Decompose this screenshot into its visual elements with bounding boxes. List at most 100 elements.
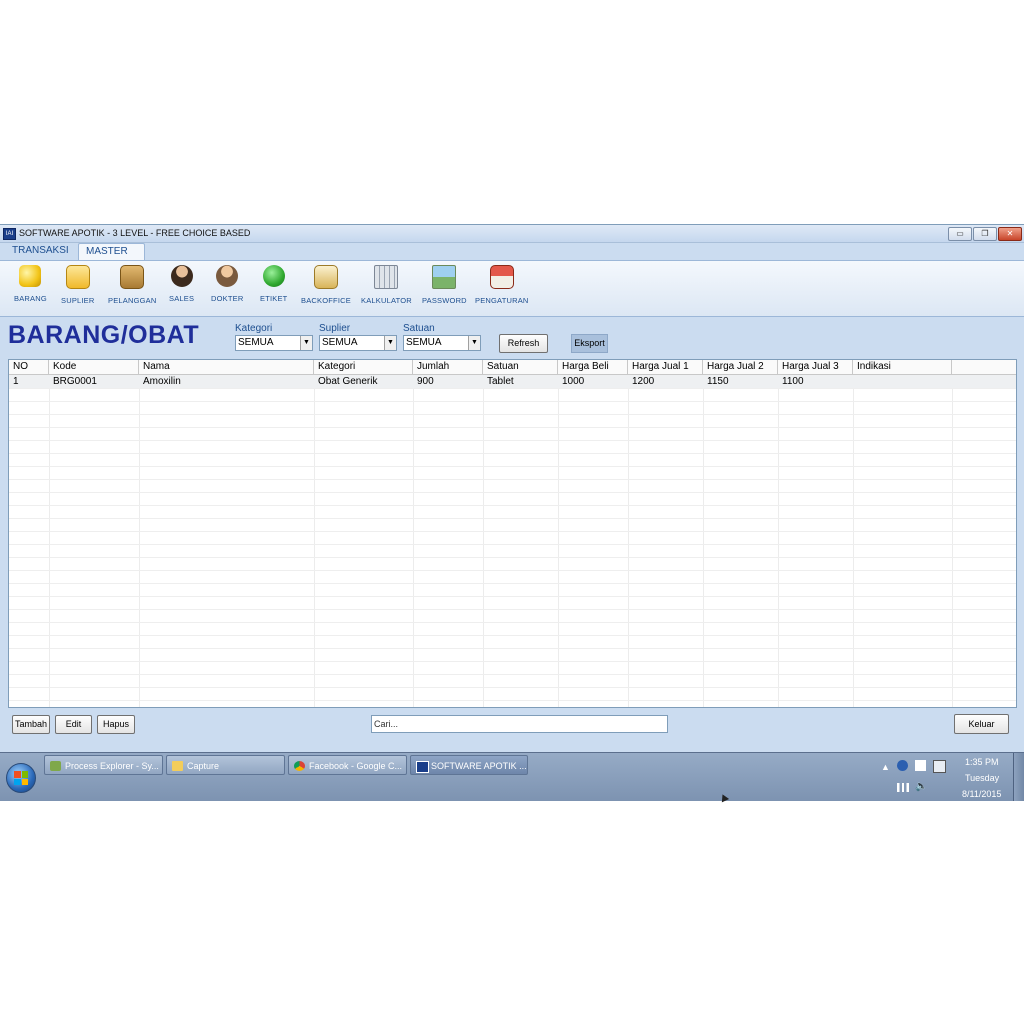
table-row[interactable] — [9, 622, 1016, 636]
keluar-button[interactable]: Keluar — [954, 714, 1009, 734]
column-header-no[interactable]: NO — [9, 360, 49, 374]
table-row[interactable] — [9, 466, 1016, 480]
cell-satuan: Tablet — [487, 376, 514, 387]
column-header-harga-jual-2[interactable]: Harga Jual 2 — [703, 360, 778, 374]
refresh-button[interactable]: Refresh — [499, 334, 548, 353]
cell-harga-jual-2: 1150 — [707, 376, 729, 387]
tab-master[interactable]: MASTER — [78, 243, 145, 260]
signal-icon[interactable] — [897, 783, 909, 792]
kategori-value: SEMUA — [238, 337, 274, 348]
table-row[interactable] — [9, 570, 1016, 584]
column-header-satuan[interactable]: Satuan — [483, 360, 558, 374]
close-button[interactable]: ✕ — [998, 227, 1022, 241]
table-row[interactable] — [9, 388, 1016, 402]
table-row[interactable] — [9, 440, 1016, 454]
ribbon-button-pelanggan[interactable]: PELANGGAN — [108, 265, 156, 305]
suplier-select[interactable]: SEMUA ▼ — [319, 335, 397, 351]
table-row[interactable] — [9, 648, 1016, 662]
cell-harga-jual-1: 1200 — [632, 376, 655, 387]
column-header-nama[interactable]: Nama — [139, 360, 314, 374]
network-status-icon[interactable] — [897, 760, 908, 771]
column-header-kategori[interactable]: Kategori — [314, 360, 413, 374]
flag-notification-icon[interactable] — [915, 760, 926, 771]
column-header-harga-jual-1[interactable]: Harga Jual 1 — [628, 360, 703, 374]
eksport-button[interactable]: Eksport — [571, 334, 608, 353]
show-desktop-button[interactable] — [1013, 753, 1024, 801]
satuan-label: Satuan — [403, 323, 435, 334]
chrome-icon — [294, 761, 305, 771]
doctor-icon — [216, 265, 239, 287]
taskbar-item-capture[interactable]: Capture — [166, 755, 285, 775]
column-header-harga-beli[interactable]: Harga Beli — [558, 360, 628, 374]
lock-document-icon — [313, 265, 338, 289]
table-row[interactable] — [9, 427, 1016, 441]
ribbon-label: BARANG — [14, 294, 47, 303]
ribbon-button-backoffice[interactable]: BACKOFFICE — [301, 265, 351, 305]
ribbon-button-suplier[interactable]: SUPLIER — [61, 265, 95, 305]
show-hidden-icons-icon[interactable]: ▲ — [881, 762, 890, 772]
title-bar[interactable]: IAI SOFTWARE APOTIK - 3 LEVEL - FREE CHO… — [0, 225, 1024, 243]
taskbar: Process Explorer - Sy... Capture Faceboo… — [0, 752, 1024, 801]
table-row[interactable] — [9, 492, 1016, 506]
table-row[interactable] — [9, 609, 1016, 623]
taskbar-item-chrome[interactable]: Facebook - Google C... — [288, 755, 407, 775]
table-row[interactable] — [9, 544, 1016, 558]
table-row[interactable] — [9, 531, 1016, 545]
ribbon-button-barang[interactable]: BARANG — [14, 265, 47, 303]
chevron-down-icon[interactable]: ▼ — [300, 336, 312, 350]
table-row[interactable] — [9, 557, 1016, 571]
ribbon-button-dokter[interactable]: DOKTER — [211, 265, 243, 303]
table-row[interactable] — [9, 583, 1016, 597]
taskbar-item-process-explorer[interactable]: Process Explorer - Sy... — [44, 755, 163, 775]
process-explorer-icon — [50, 761, 61, 771]
ribbon-label: SUPLIER — [61, 296, 95, 305]
window-title: SOFTWARE APOTIK - 3 LEVEL - FREE CHOICE … — [19, 228, 251, 238]
clock-date: 8/11/2015 — [962, 789, 1002, 799]
column-header-indikasi[interactable]: Indikasi — [853, 360, 952, 374]
speaker-icon[interactable]: 🔈 — [915, 781, 927, 792]
taskbar-item-label: Process Explorer - Sy... — [65, 761, 159, 771]
speech-bubble-icon — [262, 265, 285, 287]
taskbar-item-label: Capture — [187, 761, 220, 771]
column-header-jumlah[interactable]: Jumlah — [413, 360, 483, 374]
tab-transaksi[interactable]: TRANSAKSI — [5, 243, 76, 259]
table-row[interactable] — [9, 453, 1016, 467]
chevron-down-icon[interactable]: ▼ — [468, 336, 480, 350]
cell-nama: Amoxilin — [143, 376, 181, 387]
kategori-select[interactable]: SEMUA ▼ — [235, 335, 313, 351]
search-input[interactable]: Cari... — [371, 715, 668, 733]
hapus-button[interactable]: Hapus — [97, 715, 135, 734]
suplier-label: Suplier — [319, 323, 351, 334]
ribbon-button-sales[interactable]: SALES — [169, 265, 194, 303]
table-row[interactable] — [9, 401, 1016, 415]
edit-button[interactable]: Edit — [55, 715, 92, 734]
table-row[interactable] — [9, 687, 1016, 701]
coins-icon — [19, 265, 42, 287]
table-row[interactable] — [9, 505, 1016, 519]
table-row[interactable] — [9, 414, 1016, 428]
table-row[interactable] — [9, 596, 1016, 610]
column-header-kode[interactable]: Kode — [49, 360, 139, 374]
ribbon-button-password[interactable]: PASSWORD — [422, 265, 467, 305]
table-row[interactable] — [9, 661, 1016, 675]
satuan-value: SEMUA — [406, 337, 442, 348]
ribbon-button-etiket[interactable]: ETIKET — [260, 265, 287, 303]
table-row[interactable]: 1 BRG0001 Amoxilin Obat Generik 900 Tabl… — [9, 375, 1016, 389]
minimize-button[interactable]: ▭ — [948, 227, 972, 241]
table-row[interactable] — [9, 479, 1016, 493]
column-header-harga-jual-3[interactable]: Harga Jual 3 — [778, 360, 853, 374]
start-button[interactable] — [6, 763, 36, 793]
table-row[interactable] — [9, 674, 1016, 688]
restore-button[interactable]: ❐ — [973, 227, 997, 241]
tambah-button[interactable]: Tambah — [12, 715, 50, 734]
satuan-select[interactable]: SEMUA ▼ — [403, 335, 481, 351]
ribbon-button-pengaturan[interactable]: PENGATURAN — [475, 265, 529, 305]
device-icon[interactable] — [933, 760, 946, 773]
taskbar-item-software-apotik[interactable]: SOFTWARE APOTIK ... — [410, 755, 528, 775]
app-window: IAI SOFTWARE APOTIK - 3 LEVEL - FREE CHO… — [0, 224, 1024, 753]
table-row[interactable] — [9, 635, 1016, 649]
table-row[interactable] — [9, 518, 1016, 532]
ribbon-toolbar: BARANG SUPLIER PELANGGAN SALES DOKTER ET… — [0, 260, 1024, 317]
ribbon-button-kalkulator[interactable]: KALKULATOR — [361, 265, 412, 305]
chevron-down-icon[interactable]: ▼ — [384, 336, 396, 350]
